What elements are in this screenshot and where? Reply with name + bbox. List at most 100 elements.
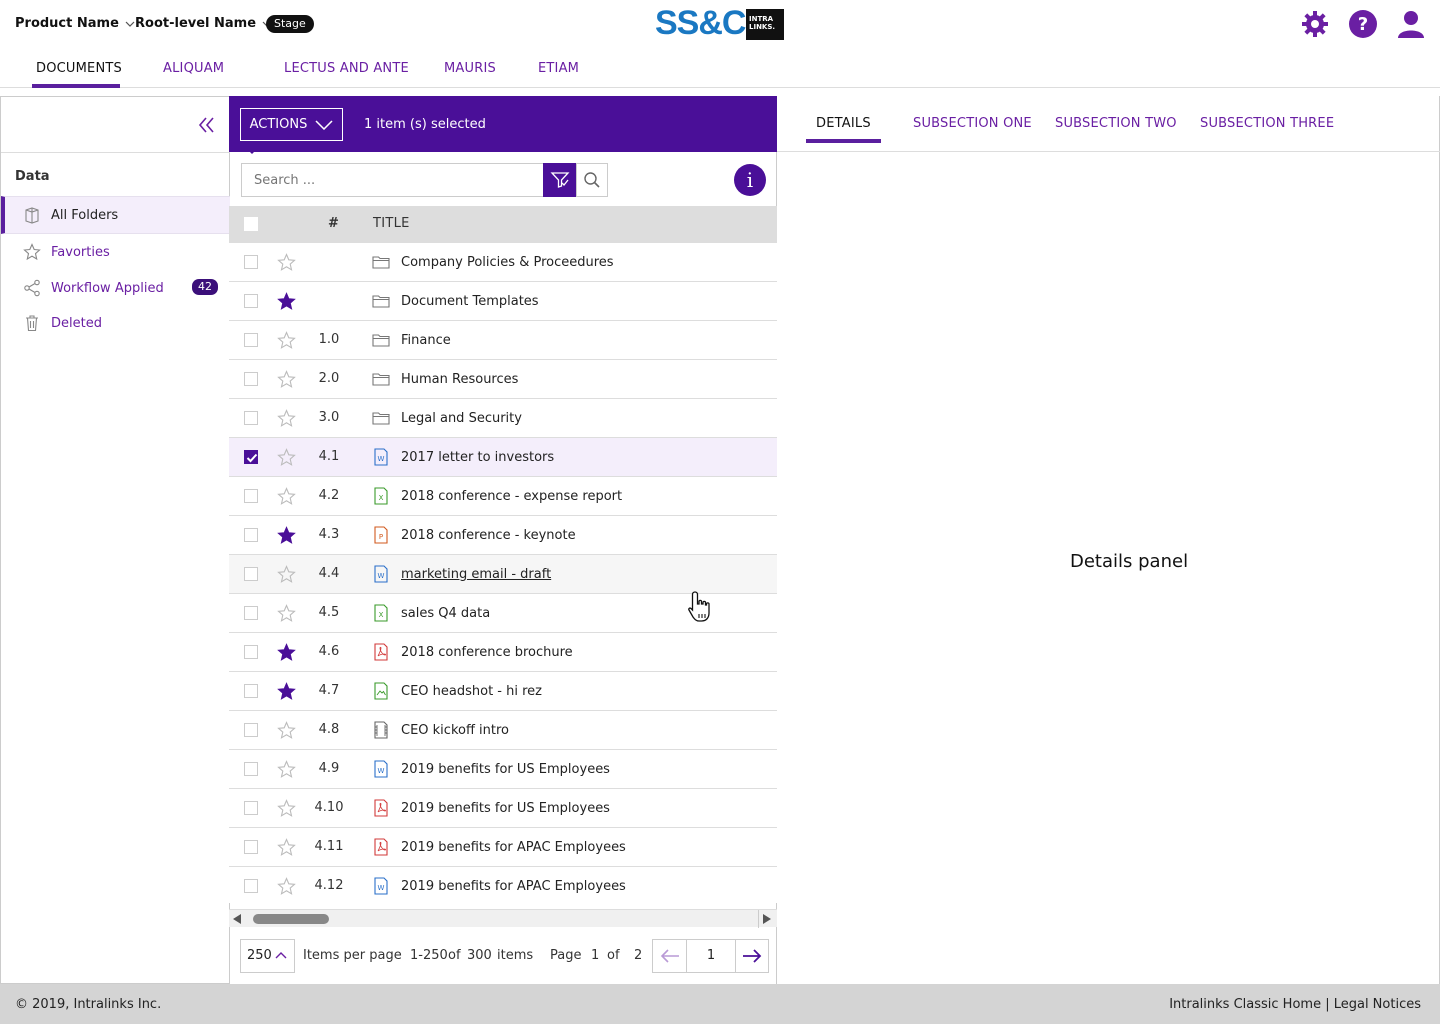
row-title[interactable]: 2019 benefits for APAC Employees: [401, 840, 626, 855]
sidebar-item-deleted[interactable]: Deleted: [1, 304, 230, 342]
row-title[interactable]: 2018 conference - expense report: [401, 489, 622, 504]
star-icon[interactable]: [277, 253, 296, 272]
select-all-checkbox[interactable]: [244, 217, 258, 231]
row-title[interactable]: Legal and Security: [401, 411, 522, 426]
tab-subsection-three[interactable]: SUBSECTION THREE: [1200, 116, 1334, 131]
table-row[interactable]: 4.8 CEO kickoff intro: [229, 711, 777, 750]
table-row[interactable]: 4.11 2019 benefits for APAC Employees: [229, 828, 777, 867]
table-row[interactable]: 1.0 Finance: [229, 321, 777, 360]
star-icon[interactable]: [277, 721, 296, 740]
row-checkbox[interactable]: [244, 372, 258, 386]
row-checkbox[interactable]: [244, 411, 258, 425]
table-row[interactable]: 4.9 W 2019 benefits for US Employees: [229, 750, 777, 789]
row-title[interactable]: 2019 benefits for APAC Employees: [401, 879, 626, 894]
row-checkbox[interactable]: [244, 333, 258, 347]
star-filled-icon[interactable]: [277, 292, 296, 311]
footer-links[interactable]: Intralinks Classic Home | Legal Notices: [1169, 997, 1421, 1012]
scroll-right-icon[interactable]: [763, 914, 771, 924]
tab-mauris[interactable]: MAURIS: [444, 61, 496, 76]
user-icon[interactable]: [1396, 9, 1426, 39]
table-row[interactable]: 4.3 P 2018 conference - keynote: [229, 516, 777, 555]
row-title[interactable]: Document Templates: [401, 294, 539, 309]
row-checkbox[interactable]: [244, 762, 258, 776]
table-row[interactable]: 4.10 2019 benefits for US Employees: [229, 789, 777, 828]
row-checkbox[interactable]: [244, 684, 258, 698]
row-checkbox[interactable]: [244, 294, 258, 308]
row-checkbox[interactable]: [244, 801, 258, 815]
row-checkbox[interactable]: [244, 879, 258, 893]
prev-page-button[interactable]: [653, 940, 687, 972]
tab-etiam[interactable]: ETIAM: [538, 61, 579, 76]
table-row[interactable]: 3.0 Legal and Security: [229, 399, 777, 438]
row-title[interactable]: Finance: [401, 333, 451, 348]
info-button[interactable]: i: [734, 164, 766, 196]
row-checkbox[interactable]: [244, 606, 258, 620]
current-page-input[interactable]: 1: [687, 940, 735, 972]
horizontal-scrollbar[interactable]: [229, 909, 777, 928]
table-row[interactable]: 4.4 Wmarketing email - draft: [229, 555, 777, 594]
star-icon[interactable]: [277, 331, 296, 350]
search-button[interactable]: [576, 163, 608, 197]
help-icon[interactable]: ?: [1348, 9, 1378, 39]
star-icon[interactable]: [277, 838, 296, 857]
row-title[interactable]: 2018 conference brochure: [401, 645, 573, 660]
row-title[interactable]: CEO kickoff intro: [401, 723, 509, 738]
column-header-number[interactable]: #: [328, 216, 339, 231]
star-icon[interactable]: [277, 799, 296, 818]
row-title[interactable]: 2018 conference - keynote: [401, 528, 576, 543]
next-page-button[interactable]: [735, 940, 768, 972]
row-checkbox[interactable]: [244, 489, 258, 503]
row-checkbox[interactable]: [244, 723, 258, 737]
star-icon[interactable]: [277, 487, 296, 506]
row-checkbox[interactable]: [244, 645, 258, 659]
table-row[interactable]: 4.1 W 2017 letter to investors: [229, 438, 777, 477]
tab-subsection-two[interactable]: SUBSECTION TWO: [1055, 116, 1177, 131]
actions-dropdown-button[interactable]: ACTIONS: [240, 108, 343, 141]
table-row[interactable]: 2.0 Human Resources: [229, 360, 777, 399]
star-icon[interactable]: [277, 760, 296, 779]
row-checkbox[interactable]: [244, 528, 258, 542]
star-filled-icon[interactable]: [277, 643, 296, 662]
collapse-double-chevron-icon[interactable]: [197, 115, 217, 135]
row-title[interactable]: 2017 letter to investors: [401, 450, 554, 465]
table-row[interactable]: 4.7 CEO headshot - hi rez: [229, 672, 777, 711]
scroll-thumb[interactable]: [253, 914, 329, 924]
product-selector[interactable]: Product Name: [15, 16, 135, 31]
row-checkbox[interactable]: [244, 255, 258, 269]
star-icon[interactable]: [277, 565, 296, 584]
table-row[interactable]: 4.2 X 2018 conference - expense report: [229, 477, 777, 516]
star-icon[interactable]: [277, 448, 296, 467]
tab-lectus-and-ante[interactable]: LECTUS AND ANTE: [284, 61, 409, 76]
row-title[interactable]: CEO headshot - hi rez: [401, 684, 542, 699]
row-checkbox[interactable]: [244, 450, 258, 464]
tab-subsection-one[interactable]: SUBSECTION ONE: [913, 116, 1032, 131]
star-icon[interactable]: [277, 604, 296, 623]
star-icon[interactable]: [277, 370, 296, 389]
row-title[interactable]: 2019 benefits for US Employees: [401, 801, 610, 816]
search-input[interactable]: [241, 163, 544, 197]
star-filled-icon[interactable]: [277, 682, 296, 701]
scroll-left-icon[interactable]: [233, 914, 241, 924]
row-checkbox[interactable]: [244, 840, 258, 854]
table-row[interactable]: 4.6 2018 conference brochure: [229, 633, 777, 672]
tab-documents[interactable]: DOCUMENTS: [36, 61, 122, 76]
gear-icon[interactable]: [1300, 9, 1330, 39]
row-title[interactable]: marketing email - draft: [401, 567, 551, 582]
root-selector[interactable]: Root-level Name: [135, 16, 272, 31]
column-header-title[interactable]: TITLE: [373, 216, 410, 231]
row-title[interactable]: 2019 benefits for US Employees: [401, 762, 610, 777]
table-row[interactable]: 4.12 W 2019 benefits for APAC Employees: [229, 867, 777, 903]
tab-aliquam[interactable]: ALIQUAM: [163, 61, 224, 76]
tab-details[interactable]: DETAILS: [816, 116, 871, 131]
filter-button[interactable]: [543, 163, 576, 197]
star-icon[interactable]: [277, 877, 296, 896]
row-checkbox[interactable]: [244, 567, 258, 581]
star-filled-icon[interactable]: [277, 526, 296, 545]
star-icon[interactable]: [277, 409, 296, 428]
sidebar-item-all-folders[interactable]: All Folders: [1, 196, 230, 234]
row-title[interactable]: sales Q4 data: [401, 606, 490, 621]
row-title[interactable]: Company Policies & Proceedures: [401, 255, 614, 270]
sidebar-item-favorites[interactable]: Favorties: [1, 233, 230, 271]
sidebar-item-workflow-applied[interactable]: Workflow Applied 42: [1, 269, 230, 307]
table-row[interactable]: Company Policies & Proceedures: [229, 243, 777, 282]
